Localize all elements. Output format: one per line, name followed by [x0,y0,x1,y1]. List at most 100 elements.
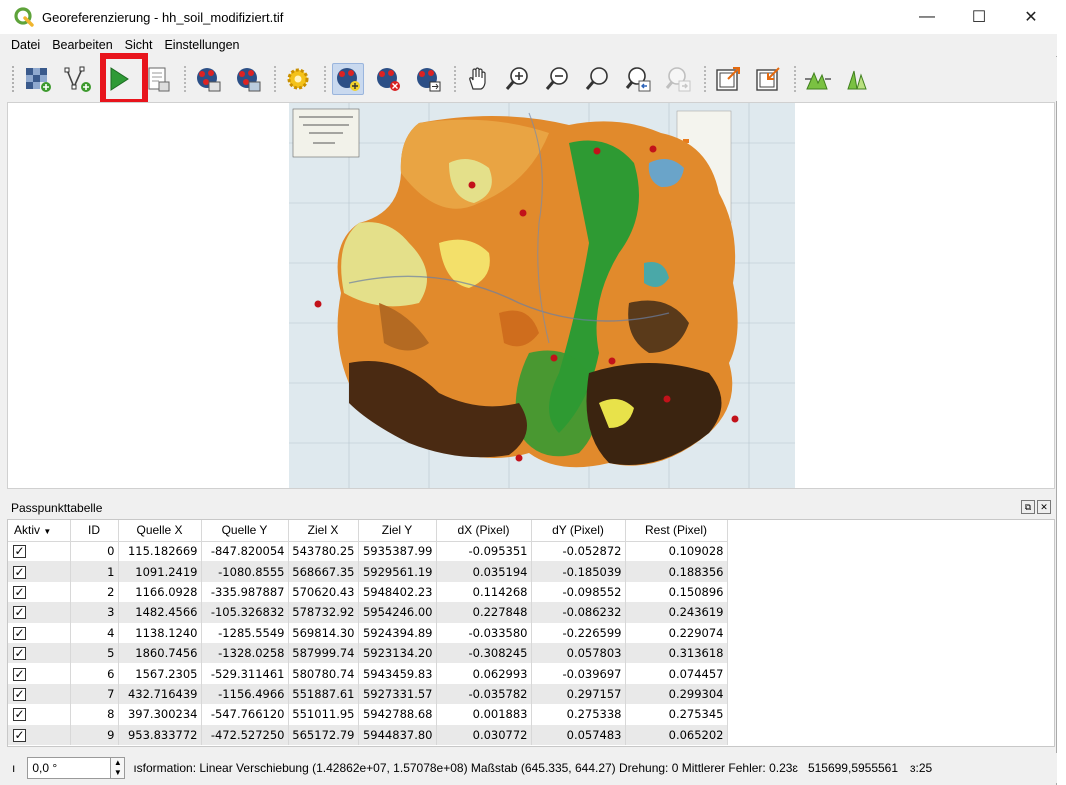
column-header-rest[interactable]: Rest (Pixel) [625,520,728,542]
table-cell: 6 [70,663,119,684]
table-cell: 5924394.89 [358,622,437,643]
table-cell: 8 [70,704,119,725]
toolbar-separator [274,66,276,92]
table-cell: 9 [70,724,119,745]
active-checkbox-cell[interactable]: ✓ [8,663,71,684]
vector-node-icon [64,66,91,92]
active-checkbox-cell[interactable]: ✓ [8,683,71,705]
table-row[interactable]: ✓ 3 1482.4566 -105.326832 578732.92 5954246.0… [8,602,728,623]
save-gcp-button[interactable] [232,63,264,95]
table-row[interactable]: ✓ 0 115.182669 -847.820054 543780.25 5935387.… [8,541,728,562]
maximize-button[interactable]: ☐ [953,0,1005,34]
menu-einstellungen[interactable]: Einstellungen [164,38,239,52]
add-vector-button[interactable] [62,63,94,95]
load-gcp-button[interactable] [192,63,224,95]
table-row[interactable]: ✓ 1 1091.2419 -1080.8555 568667.35 5929561.19… [8,561,728,582]
active-checkbox[interactable]: ✓ [13,687,26,701]
active-checkbox[interactable]: ✓ [13,565,26,579]
table-cell: 543780.25 [288,541,359,562]
table-row[interactable]: ✓ 6 1567.2305 -529.311461 580780.74 5943459.8… [8,663,728,684]
delete-point-button[interactable] [372,63,404,95]
table-row[interactable]: ✓ 5 1860.7456 -1328.0258 587999.74 5923134.20… [8,642,728,664]
column-header-dx[interactable]: dX (Pixel) [436,520,532,542]
table-cell: 1138.1240 [118,622,202,643]
table-cell: 0.062993 [436,663,532,684]
local-histogram-stretch-button[interactable] [842,63,874,95]
active-checkbox-cell[interactable]: ✓ [8,541,71,562]
active-checkbox-cell[interactable]: ✓ [8,602,71,623]
active-checkbox-cell[interactable]: ✓ [8,622,71,643]
table-cell: 0.057483 [531,724,626,745]
toolbar-grip[interactable] [12,66,16,92]
open-raster-button[interactable] [22,63,54,95]
open-raster-icon [26,68,51,92]
active-checkbox[interactable]: ✓ [13,606,26,620]
active-checkbox-cell[interactable]: ✓ [8,704,71,725]
active-checkbox[interactable]: ✓ [13,708,26,722]
pan-button[interactable] [462,63,494,95]
panel-close-button[interactable]: ✕ [1037,500,1051,514]
link-georef-to-qgis-button[interactable] [712,63,744,95]
zoom-last-icon [625,67,651,92]
column-header-ziel-x[interactable]: Ziel X [288,520,359,542]
menu-sicht[interactable]: Sicht [125,38,153,52]
add-point-button[interactable] [332,63,364,95]
table-cell: 0 [70,541,119,562]
table-cell: 0.275338 [531,704,626,725]
active-checkbox-cell[interactable]: ✓ [8,642,71,664]
close-button[interactable]: ✕ [1005,0,1057,34]
column-header-quelle-x[interactable]: Quelle X [118,520,202,542]
rotation-input[interactable]: 0,0 ° [27,757,112,779]
column-header-id[interactable]: ID [70,520,119,542]
active-checkbox-cell[interactable]: ✓ [8,581,71,603]
table-cell: 578732.92 [288,602,359,623]
active-checkbox[interactable]: ✓ [13,585,26,599]
column-header-ziel-y[interactable]: Ziel Y [358,520,437,542]
table-cell: 5954246.00 [358,602,437,623]
zoom-out-button[interactable] [542,63,574,95]
pan-icon [469,67,486,90]
menu-bearbeiten[interactable]: Bearbeiten [52,38,112,52]
menu-datei[interactable]: Datei [11,38,40,52]
table-cell: 7 [70,683,119,705]
link-qgis-to-georef-button[interactable] [752,63,784,95]
zoom-next-button[interactable] [662,63,694,95]
map-canvas[interactable] [7,102,1055,489]
table-cell: -0.226599 [531,622,626,643]
active-checkbox-cell[interactable]: ✓ [8,561,71,582]
transformation-settings-button[interactable] [282,63,314,95]
rotation-spinner[interactable]: ▲ ▼ [111,757,126,779]
table-row[interactable]: ✓ 9 953.833772 -472.527250 565172.79 5944837.… [8,724,728,745]
zoom-in-button[interactable] [502,63,534,95]
table-cell: -0.039697 [531,663,626,684]
active-checkbox[interactable]: ✓ [13,728,26,742]
minimize-button[interactable]: — [901,0,953,34]
active-checkbox[interactable]: ✓ [13,647,26,661]
zoom-to-layer-button[interactable] [582,63,614,95]
active-checkbox-cell[interactable]: ✓ [8,724,71,745]
table-cell: 0.109028 [625,541,728,562]
table-row[interactable]: ✓ 2 1166.0928 -335.987887 570620.43 5948402.2… [8,581,728,603]
table-cell: 5927331.57 [358,683,437,705]
table-cell: -547.766120 [201,704,289,725]
table-row[interactable]: ✓ 8 397.300234 -547.766120 551011.95 5942788.… [8,704,728,725]
panel-float-button[interactable]: ⧉ [1021,500,1035,514]
active-checkbox[interactable]: ✓ [13,545,26,559]
move-gcp-button[interactable] [412,63,444,95]
panel-title: Passpunkttabelle [11,501,103,515]
table-row[interactable]: ✓ 7 432.716439 -1156.4966 551887.61 5927331.5… [8,683,728,705]
table-cell: -335.987887 [201,581,289,603]
zoom-last-button[interactable] [622,63,654,95]
active-checkbox[interactable]: ✓ [13,626,26,640]
toolbar [0,57,1057,101]
column-header-aktiv[interactable]: Aktiv ▼ [8,520,71,542]
table-cell: 5942788.68 [358,704,437,725]
column-header-quelle-y[interactable]: Quelle Y [201,520,289,542]
table-cell: -0.033580 [436,622,532,643]
table-cell: -1328.0258 [201,642,289,664]
full-histogram-stretch-button[interactable] [802,63,834,95]
active-checkbox[interactable]: ✓ [13,667,26,681]
table-row[interactable]: ✓ 4 1138.1240 -1285.5549 569814.30 5924394.89… [8,622,728,643]
gcp-table[interactable]: Aktiv ▼ ID Quelle X Quelle Y Ziel X Ziel… [7,519,1055,747]
column-header-dy[interactable]: dY (Pixel) [531,520,626,542]
